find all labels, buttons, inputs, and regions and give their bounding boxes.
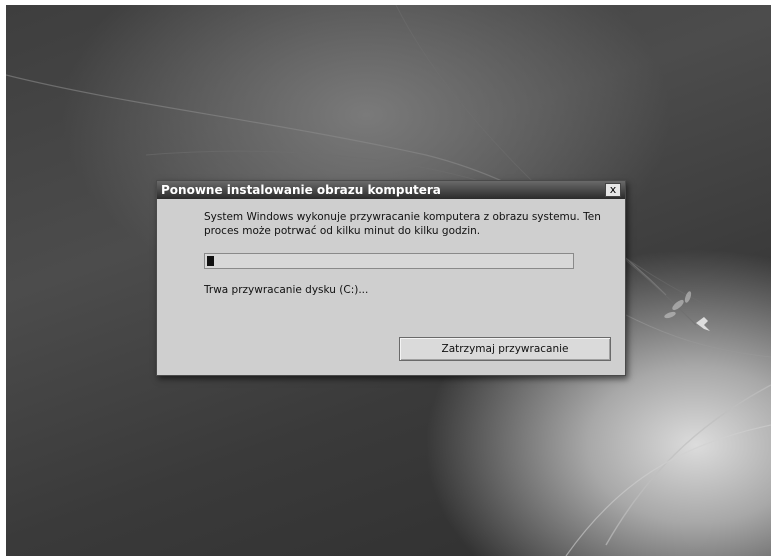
- bird-icon: [696, 317, 710, 331]
- dialog-title: Ponowne instalowanie obrazu komputera: [161, 183, 441, 197]
- close-button[interactable]: x: [605, 183, 621, 197]
- close-icon: x: [609, 183, 617, 196]
- message-line-2: proces może potrwać od kilku minut do ki…: [204, 225, 481, 237]
- progress-bar: [204, 253, 574, 269]
- reimage-dialog: Ponowne instalowanie obrazu komputera x …: [156, 180, 626, 376]
- dialog-titlebar[interactable]: Ponowne instalowanie obrazu komputera x: [157, 181, 625, 199]
- dialog-message: System Windows wykonuje przywracanie kom…: [204, 210, 604, 238]
- leaf-decoration: [664, 291, 692, 319]
- message-line-1: System Windows wykonuje przywracanie kom…: [204, 211, 601, 223]
- status-text: Trwa przywracanie dysku (C:)...: [204, 284, 369, 296]
- progress-bar-fill: [207, 256, 214, 266]
- stop-restore-button[interactable]: Zatrzymaj przywracanie: [399, 337, 611, 361]
